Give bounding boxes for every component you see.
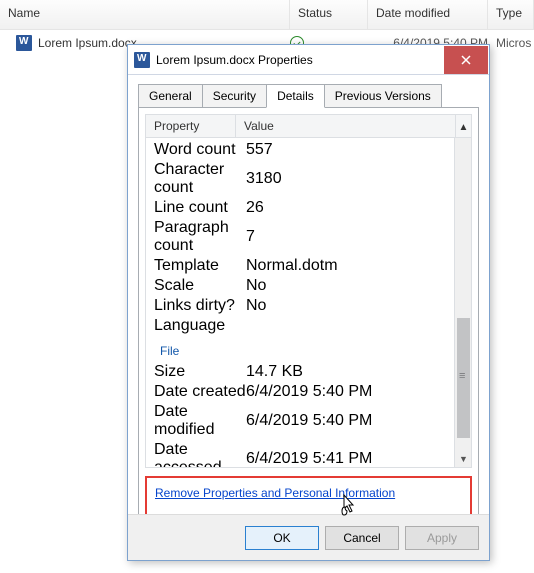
property-value: 26	[246, 199, 471, 217]
highlight-box: Remove Properties and Personal Informati…	[145, 476, 472, 516]
tab-strip: General Security Details Previous Versio…	[138, 84, 479, 108]
col-header-modified[interactable]: Date modified	[368, 0, 488, 29]
remove-properties-link[interactable]: Remove Properties and Personal Informati…	[155, 486, 395, 500]
property-value: 3180	[246, 170, 471, 188]
col-header-status[interactable]: Status	[290, 0, 368, 29]
dialog-button-row: OK Cancel Apply	[128, 514, 489, 560]
file-type: Micros	[488, 36, 534, 50]
property-row[interactable]: Date created6/4/2019 5:40 PM	[146, 382, 471, 402]
property-row[interactable]: Date accessed6/4/2019 5:41 PM	[146, 440, 471, 468]
property-value: 6/4/2019 5:41 PM	[246, 450, 471, 468]
property-row[interactable]: Date modified6/4/2019 5:40 PM	[146, 402, 471, 440]
property-name: Date accessed	[154, 441, 246, 468]
property-value: Normal.dotm	[246, 257, 471, 275]
property-row[interactable]: Links dirty?No	[146, 296, 471, 316]
property-value: No	[246, 297, 471, 315]
dialog-title: Lorem Ipsum.docx Properties	[156, 53, 444, 67]
tab-general[interactable]: General	[138, 84, 203, 108]
property-row[interactable]: TemplateNormal.dotm	[146, 256, 471, 276]
word-doc-icon	[16, 35, 32, 51]
property-name: Paragraph count	[154, 219, 246, 255]
chevron-up-icon[interactable]: ▲	[459, 122, 469, 133]
cancel-button[interactable]: Cancel	[325, 526, 399, 550]
property-row[interactable]: Character count3180	[146, 160, 471, 198]
property-name: Size	[154, 363, 246, 381]
titlebar[interactable]: Lorem Ipsum.docx Properties	[128, 45, 489, 75]
property-value: 6/4/2019 5:40 PM	[246, 412, 471, 430]
col-header-name[interactable]: Name	[0, 0, 290, 29]
property-value: 557	[246, 141, 471, 159]
property-value: No	[246, 277, 471, 295]
property-row[interactable]: Paragraph count7	[146, 218, 471, 256]
close-icon	[461, 55, 471, 65]
explorer-column-header: Name Status Date modified Type	[0, 0, 534, 30]
properties-dialog: Lorem Ipsum.docx Properties General Secu…	[127, 44, 490, 561]
apply-button[interactable]: Apply	[405, 526, 479, 550]
property-row[interactable]: Size14.7 KB	[146, 362, 471, 382]
property-row[interactable]: ScaleNo	[146, 276, 471, 296]
property-row[interactable]: Line count26	[146, 198, 471, 218]
property-value: 14.7 KB	[246, 363, 471, 381]
property-row[interactable]: Language	[146, 316, 471, 336]
property-name: Date created	[154, 383, 246, 401]
property-name: Scale	[154, 277, 246, 295]
word-doc-icon	[134, 52, 150, 68]
tab-previous-versions[interactable]: Previous Versions	[324, 84, 442, 108]
property-name: Word count	[154, 141, 246, 159]
tab-security[interactable]: Security	[202, 84, 267, 108]
vertical-scrollbar[interactable]: ▼	[454, 138, 471, 467]
ok-button[interactable]: OK	[245, 526, 319, 550]
header-value[interactable]: Value	[236, 115, 456, 138]
col-header-type[interactable]: Type	[488, 0, 534, 29]
file-name: Lorem Ipsum.docx	[38, 36, 137, 50]
property-name: Links dirty?	[154, 297, 246, 315]
close-button[interactable]	[444, 46, 488, 74]
property-name: Language	[154, 317, 246, 335]
property-value: 7	[246, 228, 471, 246]
property-name: Character count	[154, 161, 246, 197]
property-name: Date modified	[154, 403, 246, 439]
property-row[interactable]: Word count557	[146, 140, 471, 160]
header-property[interactable]: Property	[146, 115, 236, 138]
tab-details[interactable]: Details	[266, 84, 325, 108]
details-panel: Property Value ▲ Word count557Character …	[138, 107, 479, 527]
property-scroll-area: Word count557Character count3180Line cou…	[145, 138, 472, 468]
property-value: 6/4/2019 5:40 PM	[246, 383, 471, 401]
chevron-down-icon[interactable]: ▼	[455, 450, 472, 467]
scrollbar-thumb[interactable]	[457, 318, 470, 438]
property-table-header: Property Value ▲	[145, 114, 472, 138]
property-name: Template	[154, 257, 246, 275]
property-name: Line count	[154, 199, 246, 217]
section-file: File	[146, 338, 471, 360]
